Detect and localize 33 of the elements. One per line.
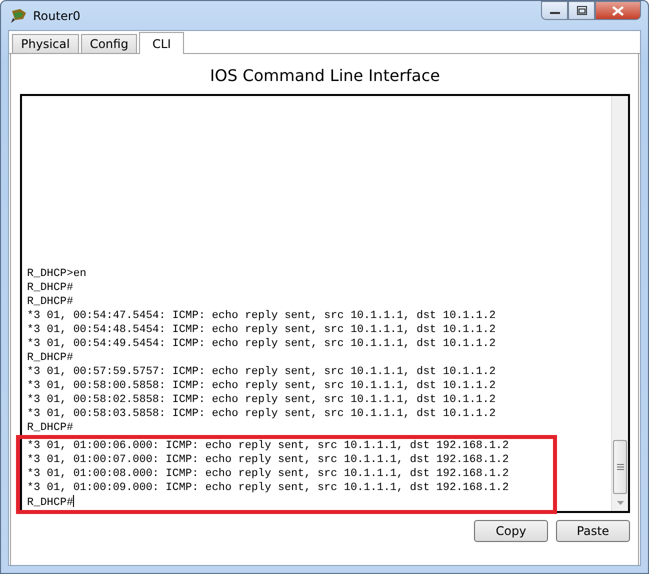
router-icon (10, 8, 28, 24)
terminal-line: *3 01, 00:58:00.5858: ICMP: echo reply sent, src 10.1.1.1, dst 10.1.1.2 (27, 379, 497, 393)
terminal-line: *3 01, 01:00:08.000: ICMP: echo reply sent, src 10.1.1.1, dst 192.168.1.2 (27, 467, 510, 481)
action-button[interactable]: Paste (556, 520, 630, 542)
terminal-line: *3 01, 00:54:49.5454: ICMP: echo reply sent, src 10.1.1.1, dst 10.1.1.2 (27, 337, 497, 351)
terminal-line: *3 01, 00:54:47.5454: ICMP: echo reply sent, src 10.1.1.1, dst 10.1.1.2 (27, 309, 497, 323)
close-button[interactable] (595, 1, 641, 20)
terminal-line: *3 01, 00:57:59.5757: ICMP: echo reply sent, src 10.1.1.1, dst 10.1.1.2 (27, 365, 497, 379)
terminal-line: *3 01, 01:00:09.000: ICMP: echo reply sent, src 10.1.1.1, dst 192.168.1.2 (27, 481, 510, 495)
terminal-line: *3 01, 00:58:02.5858: ICMP: echo reply sent, src 10.1.1.1, dst 10.1.1.2 (27, 393, 497, 407)
tab[interactable]: CLI (139, 32, 184, 54)
terminal-line: R_DHCP# (27, 421, 74, 435)
scrollbar[interactable] (611, 96, 628, 511)
terminal-line: R_DHCP>en (27, 267, 88, 281)
minimize-button[interactable] (541, 1, 568, 20)
terminal-line: R_DHCP# (27, 281, 74, 295)
panel-heading: IOS Command Line Interface (209, 65, 441, 87)
maximize-button[interactable] (568, 1, 595, 20)
terminal-line: R_DHCP# (27, 295, 74, 309)
maximize-icon (576, 6, 586, 15)
grip-icon (616, 464, 624, 470)
terminal-line: *3 01, 00:54:48.5454: ICMP: echo reply sent, src 10.1.1.1, dst 10.1.1.2 (27, 323, 497, 337)
close-icon (612, 6, 624, 16)
window-title: Router0 (33, 8, 80, 24)
tab[interactable]: Physical (12, 34, 79, 53)
tab[interactable]: Config (80, 34, 138, 53)
terminal-line: *3 01, 00:58:03.5858: ICMP: echo reply sent, src 10.1.1.1, dst 10.1.1.2 (27, 407, 497, 421)
action-button[interactable]: Copy (474, 520, 548, 542)
terminal-line: R_DHCP# (27, 351, 74, 365)
scrollbar-thumb[interactable] (613, 440, 627, 494)
terminal-line: *3 01, 01:00:07.000: ICMP: echo reply sent, src 10.1.1.1, dst 192.168.1.2 (27, 453, 510, 467)
terminal-line: *3 01, 01:00:06.000: ICMP: echo reply sent, src 10.1.1.1, dst 192.168.1.2 (27, 439, 510, 453)
terminal-line: R_DHCP# (27, 495, 76, 510)
